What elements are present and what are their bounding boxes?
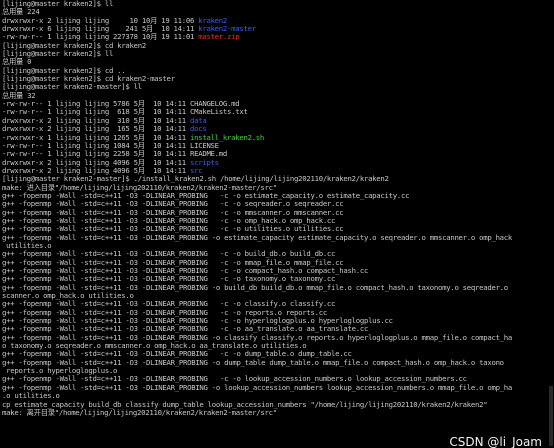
terminal-text: g++ -fopenmp -Wall -std=c++11 -O3 -DLINE… [2,382,513,392]
terminal-line: [lijing@master kraken2]$ ll [2,49,554,58]
watermark: CSDN @li_Joam [449,434,542,448]
scrollbar-thumb[interactable] [549,386,553,446]
terminal-text: make: 离开目录"/home/lijing/lijing202110/kra… [2,407,277,417]
file-name-red: master.zip [198,32,240,42]
terminal-line: [lijing@master kraken2]$ ll [2,0,554,8]
terminal-line: g++ -fopenmp -Wall -std=c++11 -O3 -DLINE… [2,232,554,242]
terminal-window[interactable]: [lijing@master kraken2]$ ll 总用量 224 drwxrw… [0,0,554,448]
scrollbar[interactable] [548,0,554,448]
terminal-line: make: 离开目录"/home/lijing/lijing202110/kra… [2,407,554,417]
terminal-line: g++ -fopenmp -Wall -std=c++11 -O3 -DLINE… [2,382,554,392]
terminal-output: [lijing@master kraken2]$ ll 总用量 224 drwxrw… [2,0,554,417]
terminal-text: sts.txt [218,107,248,117]
terminal-text: g++ -fopenmp -Wall -std=c++11 -O3 -DLINE… [2,232,513,242]
terminal-cursor: Li [210,107,220,117]
terminal-line: [lijing@master kraken2-master]$ ll [2,83,554,91]
